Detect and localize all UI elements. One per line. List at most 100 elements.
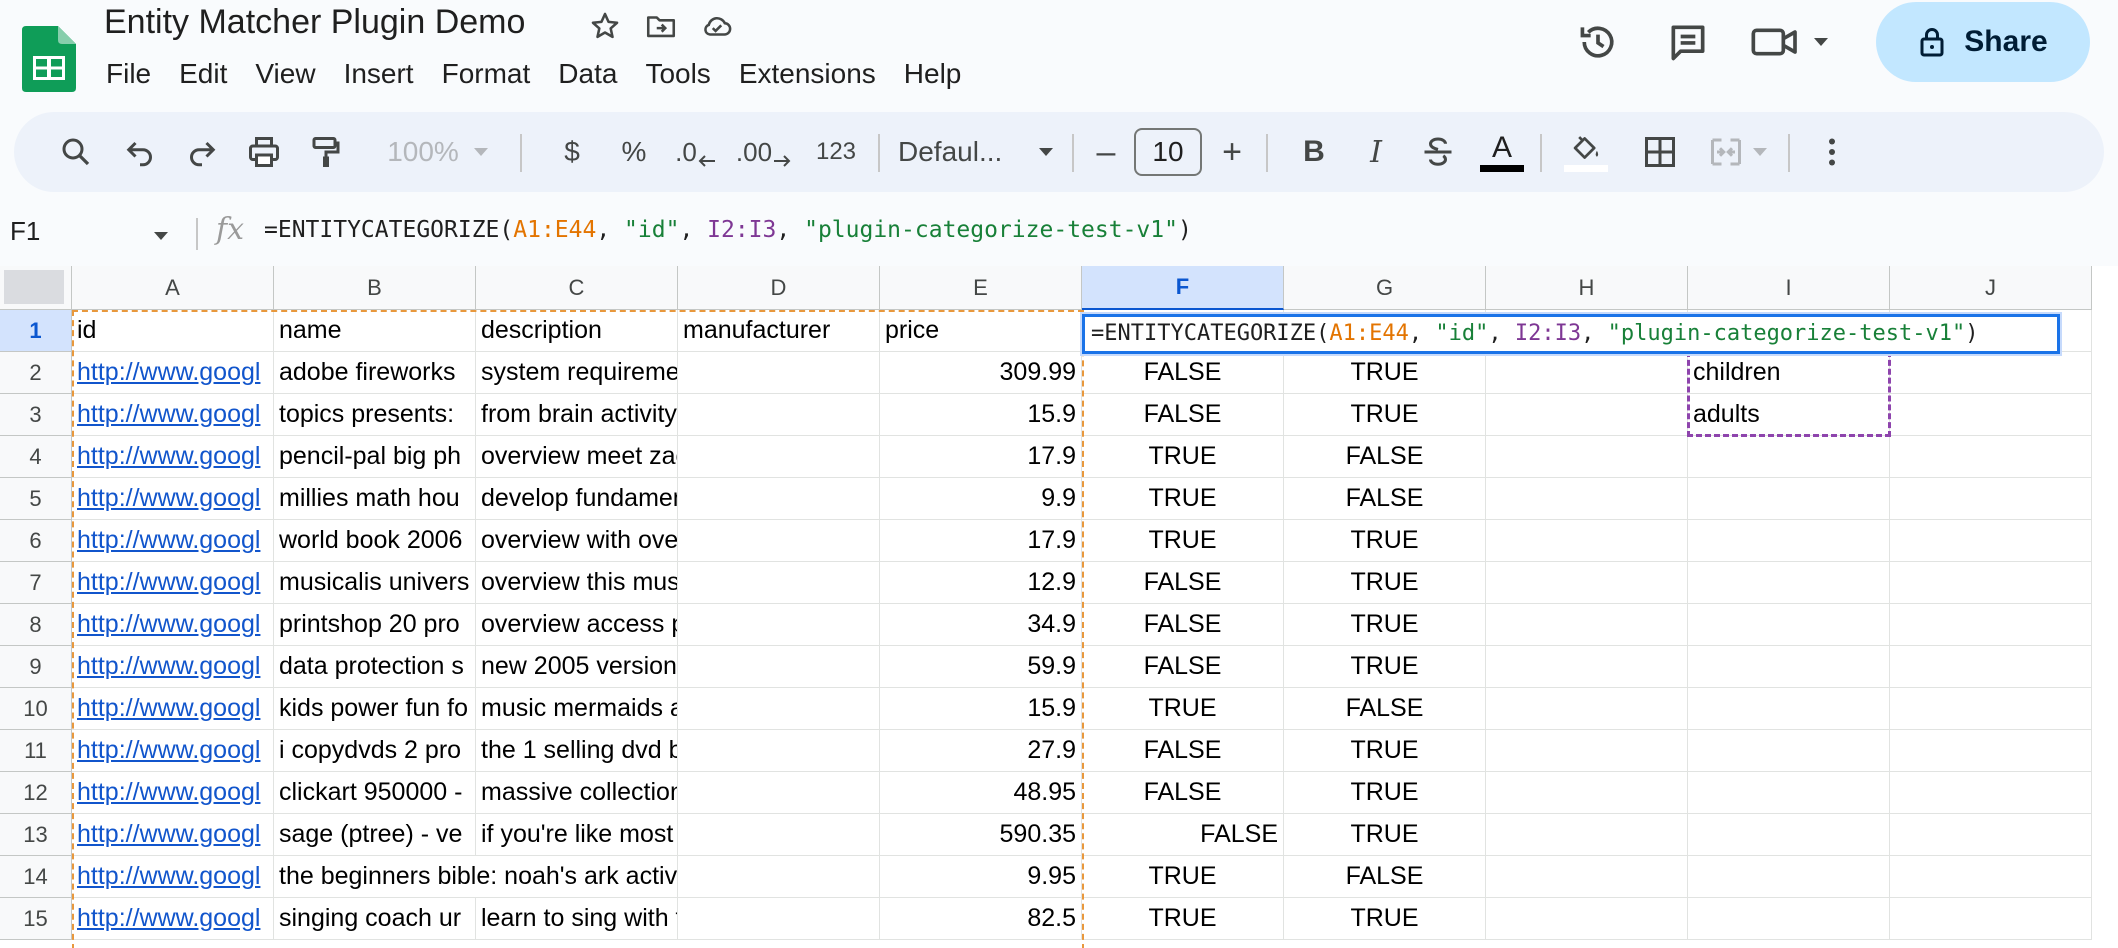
column-header-a[interactable]: A <box>72 266 274 310</box>
cell-c4[interactable]: overview meet zachary zebra and <box>476 436 678 478</box>
cell-f14[interactable]: TRUE <box>1082 856 1284 898</box>
cell-e6[interactable]: 17.9 <box>880 520 1082 562</box>
cell-f11[interactable]: FALSE <box>1082 730 1284 772</box>
cell-d6[interactable] <box>678 520 880 562</box>
cell-f3[interactable]: FALSE <box>1082 394 1284 436</box>
cell-d7[interactable] <box>678 562 880 604</box>
cell-h14[interactable] <box>1486 856 1688 898</box>
cell-i7[interactable] <box>1688 562 1890 604</box>
font-size-input[interactable]: 10 <box>1134 128 1202 176</box>
cell-h4[interactable] <box>1486 436 1688 478</box>
cell-b15[interactable]: singing coach ur <box>274 898 476 940</box>
menu-insert[interactable]: Insert <box>330 58 428 90</box>
cell-b12[interactable]: clickart 950000 - <box>274 772 476 814</box>
cloud-saved-icon[interactable] <box>700 9 734 43</box>
row-header[interactable]: 14 <box>0 856 72 898</box>
cell-j2[interactable] <box>1890 352 2092 394</box>
cell-b5[interactable]: millies math hou <box>274 478 476 520</box>
cell-b14[interactable]: the beginners bible: noah's ark activity… <box>274 856 678 898</box>
cell-c13[interactable]: if you're like most nonprofit organi <box>476 814 678 856</box>
cell-a3[interactable]: http://www.googl <box>72 394 274 436</box>
menu-view[interactable]: View <box>241 58 329 90</box>
cell-d12[interactable] <box>678 772 880 814</box>
cell-c3[interactable]: from brain activity to muscular mo <box>476 394 678 436</box>
row-header[interactable]: 3 <box>0 394 72 436</box>
cell-h6[interactable] <box>1486 520 1688 562</box>
cell-a14[interactable]: http://www.googl <box>72 856 274 898</box>
cell-g14[interactable]: FALSE <box>1284 856 1486 898</box>
cell-j15[interactable] <box>1890 898 2092 940</box>
cell-h10[interactable] <box>1486 688 1688 730</box>
column-header-f[interactable]: F <box>1082 266 1284 310</box>
cell-d14[interactable] <box>678 856 880 898</box>
cell-i5[interactable] <box>1688 478 1890 520</box>
cell-i11[interactable] <box>1688 730 1890 772</box>
cell-a6[interactable]: http://www.googl <box>72 520 274 562</box>
cell-j14[interactable] <box>1890 856 2092 898</box>
more-formats-button[interactable]: 123 <box>804 112 868 192</box>
cell-h3[interactable] <box>1486 394 1688 436</box>
cell-a10[interactable]: http://www.googl <box>72 688 274 730</box>
cell-g4[interactable]: FALSE <box>1284 436 1486 478</box>
row-header[interactable]: 11 <box>0 730 72 772</box>
column-header-c[interactable]: C <box>476 266 678 310</box>
strikethrough-button[interactable] <box>1410 112 1466 192</box>
cell-f8[interactable]: FALSE <box>1082 604 1284 646</box>
row-header[interactable]: 15 <box>0 898 72 940</box>
cell-j3[interactable] <box>1890 394 2092 436</box>
cell-i14[interactable] <box>1688 856 1890 898</box>
cell-e7[interactable]: 12.9 <box>880 562 1082 604</box>
format-percent-button[interactable]: % <box>606 112 662 192</box>
star-icon[interactable] <box>588 9 622 43</box>
cell-d4[interactable] <box>678 436 880 478</box>
paint-format-button[interactable] <box>298 112 354 192</box>
print-button[interactable] <box>236 112 292 192</box>
format-currency-button[interactable]: $ <box>544 112 600 192</box>
meet-button[interactable] <box>1750 22 1830 62</box>
menu-edit[interactable]: Edit <box>165 58 241 90</box>
row-header[interactable]: 13 <box>0 814 72 856</box>
cell-f6[interactable]: TRUE <box>1082 520 1284 562</box>
cell-b8[interactable]: printshop 20 pro <box>274 604 476 646</box>
cell-c12[interactable]: massive collection of images & fo <box>476 772 678 814</box>
cell-e13[interactable]: 590.35 <box>880 814 1082 856</box>
cell-a11[interactable]: http://www.googl <box>72 730 274 772</box>
cell-i12[interactable] <box>1688 772 1890 814</box>
cell-j13[interactable] <box>1890 814 2092 856</box>
cell-g8[interactable]: TRUE <box>1284 604 1486 646</box>
merge-cells-button[interactable] <box>1696 112 1780 192</box>
cell-j11[interactable] <box>1890 730 2092 772</box>
row-header[interactable]: 2 <box>0 352 72 394</box>
font-family-select[interactable]: Defaul... <box>888 112 1064 192</box>
cell-f4[interactable]: TRUE <box>1082 436 1284 478</box>
cell-j7[interactable] <box>1890 562 2092 604</box>
cell-d15[interactable] <box>678 898 880 940</box>
name-box[interactable]: F1 <box>10 216 40 247</box>
cell-j9[interactable] <box>1890 646 2092 688</box>
menu-extensions[interactable]: Extensions <box>725 58 890 90</box>
cell-a7[interactable]: http://www.googl <box>72 562 274 604</box>
more-options-button[interactable] <box>1804 112 1860 192</box>
cell-e12[interactable]: 48.95 <box>880 772 1082 814</box>
cell-f7[interactable]: FALSE <box>1082 562 1284 604</box>
cell-e5[interactable]: 9.9 <box>880 478 1082 520</box>
row-header[interactable]: 10 <box>0 688 72 730</box>
cell-f12[interactable]: FALSE <box>1082 772 1284 814</box>
cell-f13[interactable]: FALSE <box>1082 814 1284 856</box>
menu-tools[interactable]: Tools <box>631 58 724 90</box>
increase-font-size-button[interactable]: + <box>1210 112 1254 192</box>
cell-e4[interactable]: 17.9 <box>880 436 1082 478</box>
bold-button[interactable]: B <box>1286 112 1342 192</box>
row-header[interactable]: 12 <box>0 772 72 814</box>
cell-j10[interactable] <box>1890 688 2092 730</box>
cell-f5[interactable]: TRUE <box>1082 478 1284 520</box>
cell-i3[interactable]: adults <box>1688 394 1890 436</box>
cell-e14[interactable]: 9.95 <box>880 856 1082 898</box>
menu-format[interactable]: Format <box>428 58 545 90</box>
cell-i10[interactable] <box>1688 688 1890 730</box>
cell-g15[interactable]: TRUE <box>1284 898 1486 940</box>
cell-j12[interactable] <box>1890 772 2092 814</box>
increase-decimal-button[interactable]: .00 <box>730 112 798 192</box>
cell-b10[interactable]: kids power fun fo <box>274 688 476 730</box>
menu-file[interactable]: File <box>92 58 165 90</box>
